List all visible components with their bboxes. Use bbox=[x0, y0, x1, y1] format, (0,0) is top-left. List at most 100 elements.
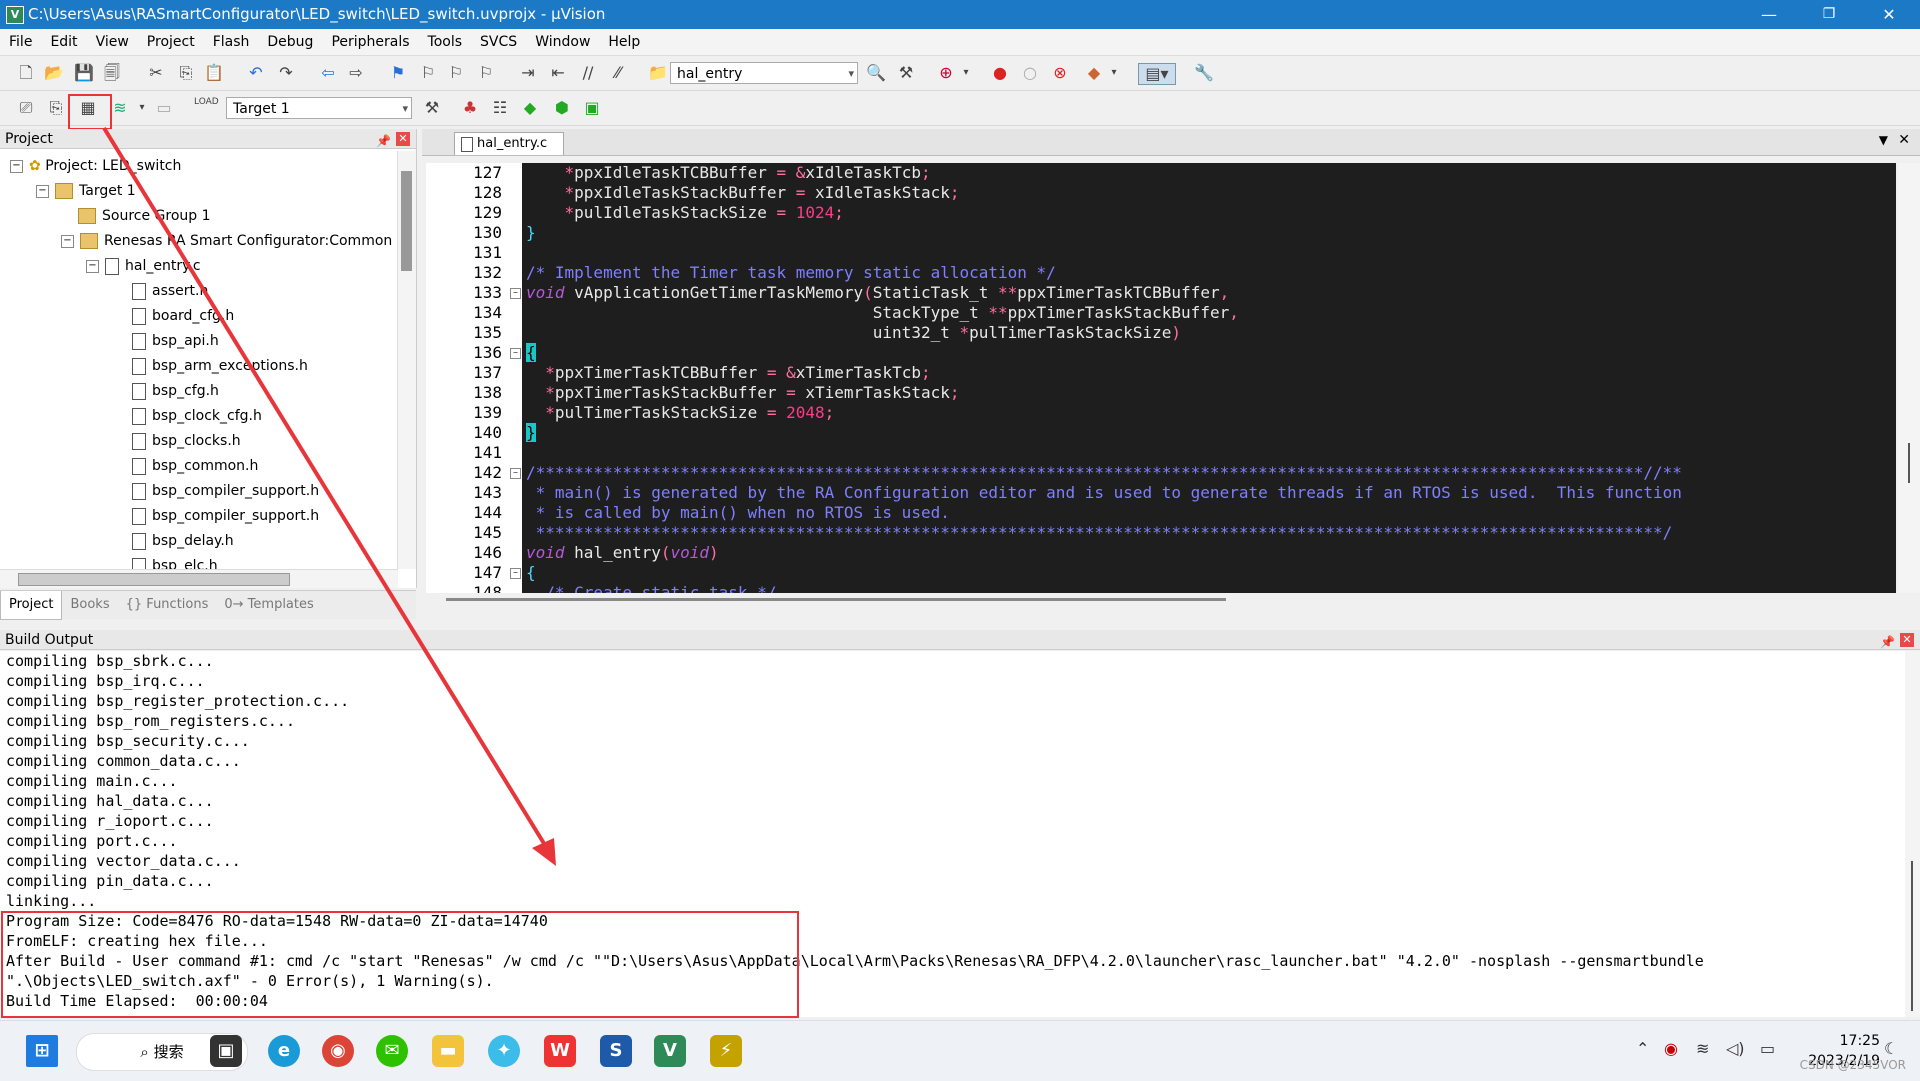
uncomment-icon[interactable]: ⁄⁄ bbox=[608, 63, 628, 83]
function-combo[interactable]: hal_entry ▾ bbox=[670, 62, 858, 84]
indent-icon[interactable]: ⇥ bbox=[518, 63, 538, 83]
menu-file[interactable]: File bbox=[0, 29, 41, 55]
tab-list-icon[interactable]: ▼ bbox=[1879, 133, 1888, 147]
scroll-thumb[interactable] bbox=[18, 573, 290, 586]
code-line[interactable]: 141 bbox=[426, 443, 1896, 463]
batch-build-icon[interactable]: ≋ bbox=[110, 98, 130, 118]
batch-dropdown-icon[interactable]: ▾ bbox=[132, 98, 152, 118]
nav-forward-icon[interactable]: ⇨ bbox=[346, 63, 366, 83]
code-line[interactable]: 132 /* Implement the Timer task memory st… bbox=[426, 263, 1896, 283]
window-layout-icon[interactable]: ◆ bbox=[1084, 63, 1104, 83]
tree-item-file[interactable]: bsp_arm_exceptions.h bbox=[132, 354, 308, 379]
tree-item-file[interactable]: bsp_compiler_support.h bbox=[132, 479, 319, 504]
tree-item-target[interactable]: − Target 1 bbox=[36, 179, 136, 204]
disable-breakpoint-icon[interactable]: ○ bbox=[1020, 63, 1040, 83]
project-vertical-scrollbar[interactable] bbox=[397, 151, 416, 569]
scroll-thumb[interactable] bbox=[1908, 443, 1910, 483]
tree-item-file[interactable]: assert.h bbox=[132, 279, 208, 304]
collapse-icon[interactable]: − bbox=[61, 234, 74, 248]
incremental-find-icon[interactable]: ⚒ bbox=[896, 63, 916, 83]
translate-icon[interactable]: ⎚ bbox=[16, 98, 36, 118]
new-file-icon[interactable]: 🗋 bbox=[16, 63, 36, 83]
editor-vertical-scrollbar[interactable] bbox=[1898, 163, 1920, 593]
tree-item-file[interactable]: bsp_compiler_support.h bbox=[132, 504, 319, 529]
tree-item-file[interactable]: bsp_clocks.h bbox=[132, 429, 241, 454]
menu-debug[interactable]: Debug bbox=[258, 29, 322, 55]
select-packs-icon[interactable]: ☷ bbox=[490, 98, 510, 118]
clear-bookmarks-icon[interactable]: ⚐ bbox=[476, 63, 496, 83]
nav-back-icon[interactable]: ⇦ bbox=[318, 63, 338, 83]
code-line[interactable]: 137 *ppxTimerTaskTCBBuffer = &xTimerTask… bbox=[426, 363, 1896, 383]
menu-help[interactable]: Help bbox=[599, 29, 649, 55]
scroll-thumb[interactable] bbox=[1911, 861, 1913, 1011]
tree-item-file[interactable]: bsp_api.h bbox=[132, 329, 219, 354]
redo-icon[interactable]: ↷ bbox=[276, 63, 296, 83]
file-explorer-icon[interactable]: ▬ bbox=[432, 1035, 464, 1067]
close-tab-icon[interactable]: ✕ bbox=[1898, 132, 1910, 148]
fold-marker-icon[interactable]: − bbox=[510, 568, 521, 579]
wechat-icon[interactable]: ✉ bbox=[376, 1035, 408, 1067]
code-line[interactable]: 145 ************************************… bbox=[426, 523, 1896, 543]
save-icon[interactable]: 💾 bbox=[74, 63, 94, 83]
minimize-button[interactable]: — bbox=[1746, 0, 1792, 29]
tree-item-project[interactable]: − ✿ Project: LED_switch bbox=[10, 154, 181, 179]
menu-svcs[interactable]: SVCS bbox=[471, 29, 526, 55]
cut-icon[interactable]: ✂ bbox=[146, 63, 166, 83]
breakpoint-icon[interactable]: ● bbox=[990, 63, 1010, 83]
start-icon[interactable]: ⊞ bbox=[26, 1035, 58, 1067]
pack-installer-icon[interactable]: ◆ bbox=[520, 98, 540, 118]
code-line[interactable]: 147−{ bbox=[426, 563, 1896, 583]
editor-horizontal-scrollbar[interactable] bbox=[426, 593, 1896, 609]
wps-icon[interactable]: W bbox=[544, 1035, 576, 1067]
target-options-icon[interactable]: ⚒ bbox=[422, 98, 442, 118]
fold-marker-icon[interactable]: − bbox=[510, 348, 521, 359]
code-line[interactable]: 127 *ppxIdleTaskTCBBuffer = &xIdleTaskTc… bbox=[426, 163, 1896, 183]
scroll-thumb[interactable] bbox=[401, 171, 412, 271]
stop-build-icon[interactable]: ▭ bbox=[154, 98, 174, 118]
qq-icon[interactable]: ◉ bbox=[1664, 1039, 1678, 1058]
code-line[interactable]: 135 uint32_t *pulTimerTaskStackSize) bbox=[426, 323, 1896, 343]
code-line[interactable]: 148 /* Create static task */ bbox=[426, 583, 1896, 593]
tree-item-file[interactable]: bsp_common.h bbox=[132, 454, 258, 479]
device-config-icon[interactable]: ▣ bbox=[582, 98, 602, 118]
pin-icon[interactable]: 📌 bbox=[376, 131, 391, 151]
code-line[interactable]: 140} bbox=[426, 423, 1896, 443]
bookmark-icon[interactable]: ⚑ bbox=[388, 63, 408, 83]
menu-tools[interactable]: Tools bbox=[419, 29, 472, 55]
menu-view[interactable]: View bbox=[87, 29, 138, 55]
task-view-icon[interactable]: ▣ bbox=[210, 1035, 242, 1067]
code-line[interactable]: 134 StackType_t **ppxTimerTaskStackBuffe… bbox=[426, 303, 1896, 323]
project-horizontal-scrollbar[interactable] bbox=[0, 569, 398, 588]
code-line[interactable]: 142−/***********************************… bbox=[426, 463, 1896, 483]
tree-item-file[interactable]: bsp_elc.h bbox=[132, 554, 218, 569]
lightbulb-app-icon[interactable]: ✦ bbox=[488, 1035, 520, 1067]
tree-item-file[interactable]: bsp_cfg.h bbox=[132, 379, 219, 404]
build-output-close-icon[interactable]: ✕ bbox=[1900, 633, 1914, 647]
collapse-icon[interactable]: − bbox=[36, 184, 49, 198]
debug-dropdown-icon[interactable]: ▾ bbox=[956, 63, 976, 83]
next-bookmark-icon[interactable]: ⚐ bbox=[446, 63, 466, 83]
prev-bookmark-icon[interactable]: ⚐ bbox=[418, 63, 438, 83]
close-button[interactable]: ✕ bbox=[1866, 0, 1912, 29]
target-combo[interactable]: Target 1 ▾ bbox=[226, 97, 412, 119]
editor-tab-hal-entry[interactable]: hal_entry.c bbox=[454, 132, 564, 155]
fold-marker-icon[interactable]: − bbox=[510, 288, 521, 299]
rasc-icon[interactable]: S bbox=[600, 1035, 632, 1067]
tree-item-file[interactable]: bsp_delay.h bbox=[132, 529, 234, 554]
manage-project-icon[interactable]: ♣ bbox=[460, 98, 480, 118]
scroll-thumb[interactable] bbox=[446, 598, 1226, 601]
paste-icon[interactable]: 📋 bbox=[204, 63, 224, 83]
undo-icon[interactable]: ↶ bbox=[246, 63, 266, 83]
code-line[interactable]: 146 void hal_entry(void) bbox=[426, 543, 1896, 563]
edge-icon[interactable]: e bbox=[268, 1035, 300, 1067]
open-file-icon[interactable]: 📂 bbox=[44, 63, 64, 83]
code-line[interactable]: 144 * is called by main() when no RTOS i… bbox=[426, 503, 1896, 523]
menu-flash[interactable]: Flash bbox=[204, 29, 259, 55]
build-output-scrollbar[interactable] bbox=[1905, 651, 1920, 1017]
collapse-icon[interactable]: − bbox=[86, 259, 99, 273]
tab-books[interactable]: Books bbox=[62, 591, 117, 619]
tree-item-source-group[interactable]: Source Group 1 bbox=[78, 204, 211, 229]
code-line[interactable]: 143 * main() is generated by the RA Conf… bbox=[426, 483, 1896, 503]
comment-icon[interactable]: // bbox=[578, 63, 598, 83]
save-all-icon[interactable]: 🗐 bbox=[102, 63, 122, 83]
